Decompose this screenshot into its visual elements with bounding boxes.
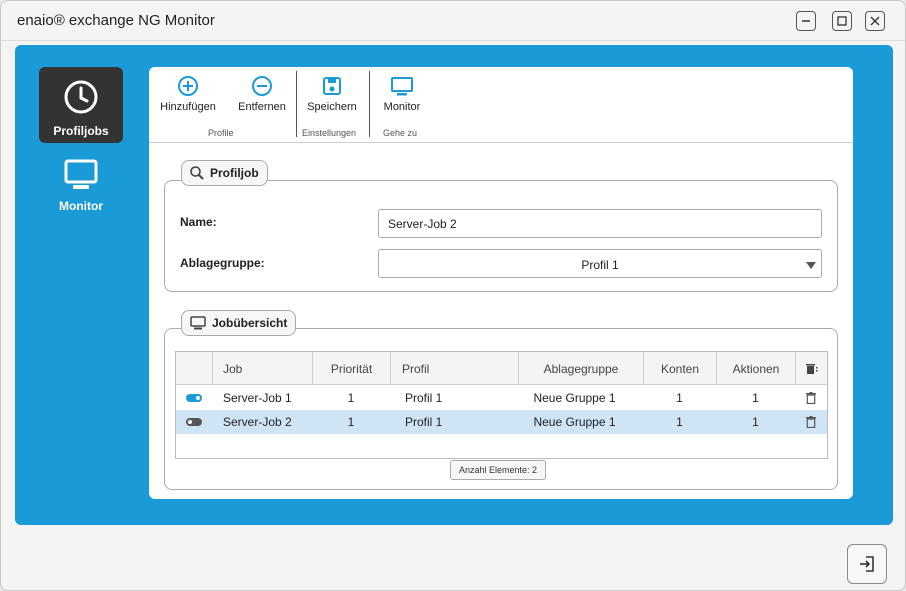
minimize-icon xyxy=(802,20,810,22)
profiljob-header: Profiljob xyxy=(181,160,268,186)
ablagegruppe-selected-value: Profil 1 xyxy=(581,258,619,272)
remove-button-label: Entfernen xyxy=(238,101,286,113)
delete-row-button[interactable] xyxy=(795,410,827,434)
monitor-icon xyxy=(391,77,413,96)
add-button-label: Hinzufügen xyxy=(160,101,216,113)
col-header-job[interactable]: Job xyxy=(212,352,312,385)
col-header-delete[interactable] xyxy=(795,352,827,385)
title-bar: enaio® exchange NG Monitor xyxy=(1,1,905,41)
name-label: Name: xyxy=(180,215,217,229)
cell-konten: 1 xyxy=(676,391,683,405)
jobuebersicht-header: Jobübersicht xyxy=(181,310,297,336)
cell-aktionen: 1 xyxy=(752,415,759,429)
nav-item-label: Monitor xyxy=(59,199,103,213)
ribbon-separator xyxy=(296,71,297,137)
cell-profil: Profil 1 xyxy=(405,391,443,405)
exit-icon xyxy=(860,556,874,572)
close-icon xyxy=(870,16,880,26)
nav-item-profiljobs[interactable]: Profiljobs xyxy=(39,67,123,143)
cell-ablagegruppe: Neue Gruppe 1 xyxy=(533,391,616,405)
col-header-aktionen[interactable]: Aktionen xyxy=(716,352,795,385)
cell-prioritaet: 1 xyxy=(347,391,355,405)
maximize-button[interactable] xyxy=(832,11,852,31)
minimize-button[interactable] xyxy=(796,11,816,31)
job-table: Job Priorität Profil Ablagegruppe Konten… xyxy=(175,351,828,459)
trash-icon xyxy=(806,416,816,428)
ribbon-group-label: Profile xyxy=(208,128,234,138)
table-header: Job Priorität Profil Ablagegruppe Konten… xyxy=(176,352,827,385)
chevron-down-icon xyxy=(806,262,816,269)
clock-icon xyxy=(64,80,98,114)
name-field[interactable]: Server-Job 2 xyxy=(378,209,822,238)
item-count-badge: Anzahl Elemente: 2 xyxy=(450,460,547,480)
plus-circle-icon xyxy=(178,76,198,96)
profiljob-title: Profiljob xyxy=(210,166,259,180)
cell-profil: Profil 1 xyxy=(405,415,443,429)
goto-monitor-button[interactable]: Monitor xyxy=(375,75,429,113)
cell-prioritaet: 1 xyxy=(347,415,355,429)
col-header-konten[interactable]: Konten xyxy=(643,352,716,385)
cell-job: Server-Job 1 xyxy=(223,391,292,405)
nav-item-label: Profiljobs xyxy=(53,124,109,138)
window-title: enaio® exchange NG Monitor xyxy=(17,12,215,29)
minus-circle-icon xyxy=(252,76,272,96)
toggle-switch[interactable] xyxy=(186,418,202,426)
cell-konten: 1 xyxy=(676,415,683,429)
col-header-profil[interactable]: Profil xyxy=(390,352,518,385)
remove-button[interactable]: Entfernen xyxy=(231,75,293,113)
cell-job: Server-Job 2 xyxy=(223,415,292,429)
nav-item-monitor[interactable]: Monitor xyxy=(39,153,123,219)
delete-row-button[interactable] xyxy=(795,386,827,410)
close-button[interactable] xyxy=(865,11,885,31)
save-button-label: Speichern xyxy=(307,101,357,113)
trash-icon xyxy=(806,392,816,404)
cell-aktionen: 1 xyxy=(752,391,759,405)
col-header-ablagegruppe[interactable]: Ablagegruppe xyxy=(518,352,643,385)
monitor-icon xyxy=(190,316,206,330)
table-row[interactable]: Server-Job 1 1 Profil 1 Neue Gruppe 1 1 … xyxy=(176,386,827,410)
table-row[interactable]: Server-Job 2 1 Profil 1 Neue Gruppe 1 1 … xyxy=(176,410,827,434)
maximize-icon xyxy=(837,16,847,26)
app-window: enaio® exchange NG Monitor Profiljobs Mo… xyxy=(0,0,906,591)
trash-settings-icon xyxy=(805,363,817,374)
ablagegruppe-select[interactable]: Profil 1 xyxy=(378,249,822,278)
goto-monitor-label: Monitor xyxy=(383,101,421,113)
ribbon-toolbar: Hinzufügen Entfernen Speichern Monitor P… xyxy=(149,67,853,143)
jobuebersicht-title: Jobübersicht xyxy=(212,316,288,330)
exit-button[interactable] xyxy=(847,544,887,584)
save-button[interactable]: Speichern xyxy=(303,75,361,113)
add-button[interactable]: Hinzufügen xyxy=(155,75,221,113)
search-icon xyxy=(190,166,204,180)
save-icon xyxy=(323,77,341,95)
ribbon-separator xyxy=(369,71,370,137)
cell-ablagegruppe: Neue Gruppe 1 xyxy=(533,415,616,429)
toggle-switch[interactable] xyxy=(186,394,202,402)
ribbon-group-label: Gehe zu xyxy=(383,128,418,138)
col-header-prioritaet[interactable]: Priorität xyxy=(312,352,390,385)
monitor-icon xyxy=(64,159,98,189)
ablagegruppe-label: Ablagegruppe: xyxy=(180,256,265,270)
ribbon-group-label: Einstellungen xyxy=(302,128,357,138)
